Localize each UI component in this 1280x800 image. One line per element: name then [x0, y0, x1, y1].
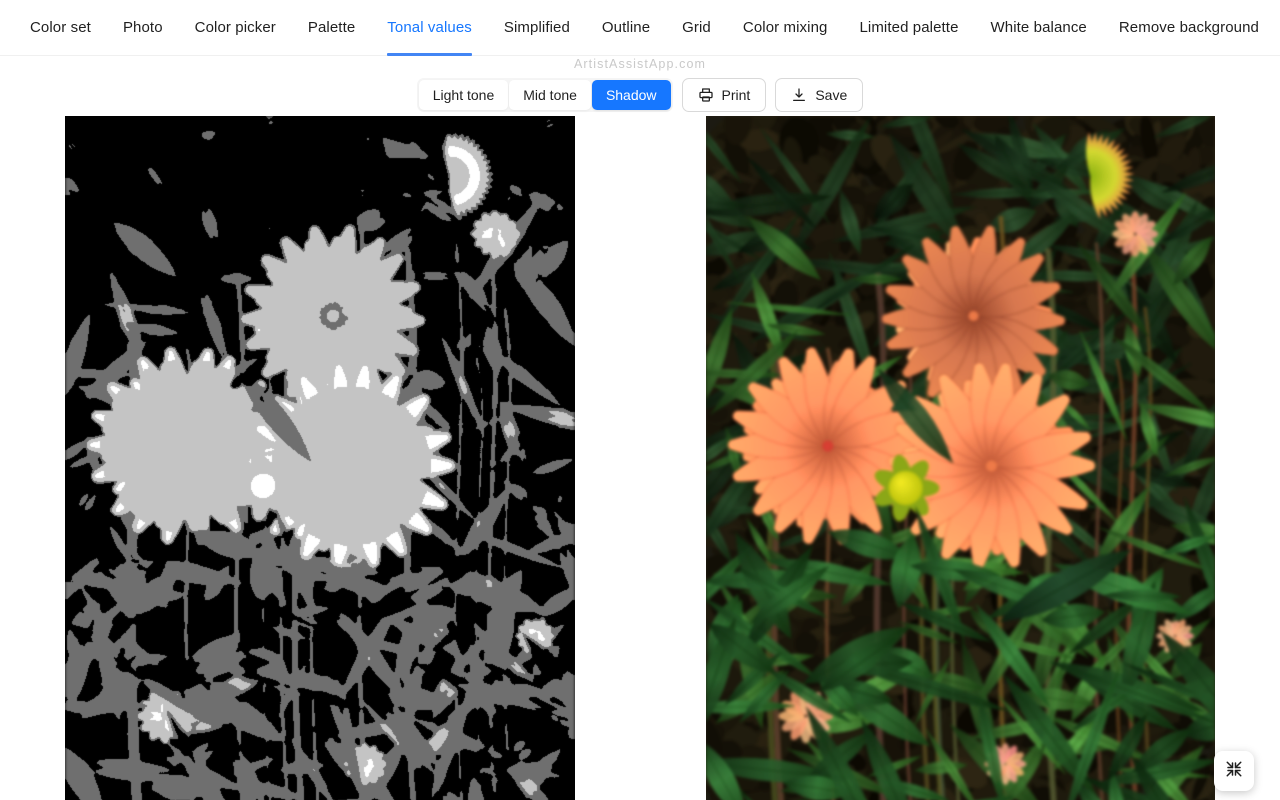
- tab-label: Tonal values: [387, 19, 472, 36]
- reference-photo-canvas[interactable]: [706, 116, 1215, 800]
- tab-color-mixing[interactable]: Color mixing: [727, 0, 844, 56]
- printer-icon: [698, 87, 714, 103]
- segment-shadow[interactable]: Shadow: [591, 80, 671, 110]
- tonal-values-canvas[interactable]: [65, 116, 575, 800]
- tab-limited-palette[interactable]: Limited palette: [843, 0, 974, 56]
- tab-label: Photo: [122, 19, 163, 36]
- tab-label: Color picker: [194, 19, 276, 36]
- tonal-values-image[interactable]: [65, 116, 575, 800]
- tab-white-balance[interactable]: White balance: [975, 0, 1103, 56]
- tab-label: Color set: [30, 19, 91, 36]
- site-watermark: ArtistAssistApp.com: [573, 57, 707, 71]
- tab-label: Remove background: [1118, 19, 1259, 36]
- reference-photo-image[interactable]: [706, 116, 1215, 800]
- save-button[interactable]: Save: [775, 78, 864, 112]
- segment-mid-tone[interactable]: Mid tone: [509, 80, 591, 110]
- tab-photo[interactable]: Photo: [107, 0, 179, 56]
- image-panes: [0, 116, 1280, 800]
- tab-remove-background[interactable]: Remove background: [1103, 0, 1275, 56]
- segment-label: Light tone: [432, 87, 495, 103]
- print-button[interactable]: Print: [681, 78, 767, 112]
- tab-label: Limited palette: [859, 19, 959, 36]
- segment-label: Shadow: [605, 87, 657, 103]
- tab-color-set[interactable]: Color set: [16, 0, 107, 56]
- print-button-label: Print: [721, 87, 751, 103]
- tab-color-picker[interactable]: Color picker: [179, 0, 292, 56]
- tab-simplified[interactable]: Simplified: [488, 0, 586, 56]
- tab-label: Simplified: [503, 19, 570, 36]
- exit-fullscreen-button[interactable]: [1214, 751, 1254, 791]
- tab-label: White balance: [990, 19, 1087, 36]
- tab-palette[interactable]: Palette: [292, 0, 371, 56]
- tonal-values-toolbar: Light tone Mid tone Shadow Print Save: [0, 74, 1280, 116]
- tab-grid[interactable]: Grid: [666, 0, 727, 56]
- save-button-label: Save: [815, 87, 848, 103]
- segment-label: Mid tone: [523, 87, 577, 103]
- tab-label: Outline: [601, 19, 651, 36]
- tab-label: Grid: [682, 19, 711, 36]
- segment-light-tone[interactable]: Light tone: [418, 80, 509, 110]
- compress-icon: [1225, 760, 1243, 783]
- watermark-row: ArtistAssistApp.com: [0, 56, 1280, 74]
- tone-segmented-control: Light tone Mid tone Shadow: [416, 78, 673, 112]
- tab-label: Palette: [307, 19, 356, 36]
- tab-outline[interactable]: Outline: [586, 0, 666, 56]
- download-icon: [791, 87, 807, 103]
- tab-tonal-values[interactable]: Tonal values: [371, 0, 488, 56]
- tab-label: Color mixing: [742, 19, 828, 36]
- main-tab-bar: Color set Photo Color picker Palette Ton…: [0, 0, 1280, 56]
